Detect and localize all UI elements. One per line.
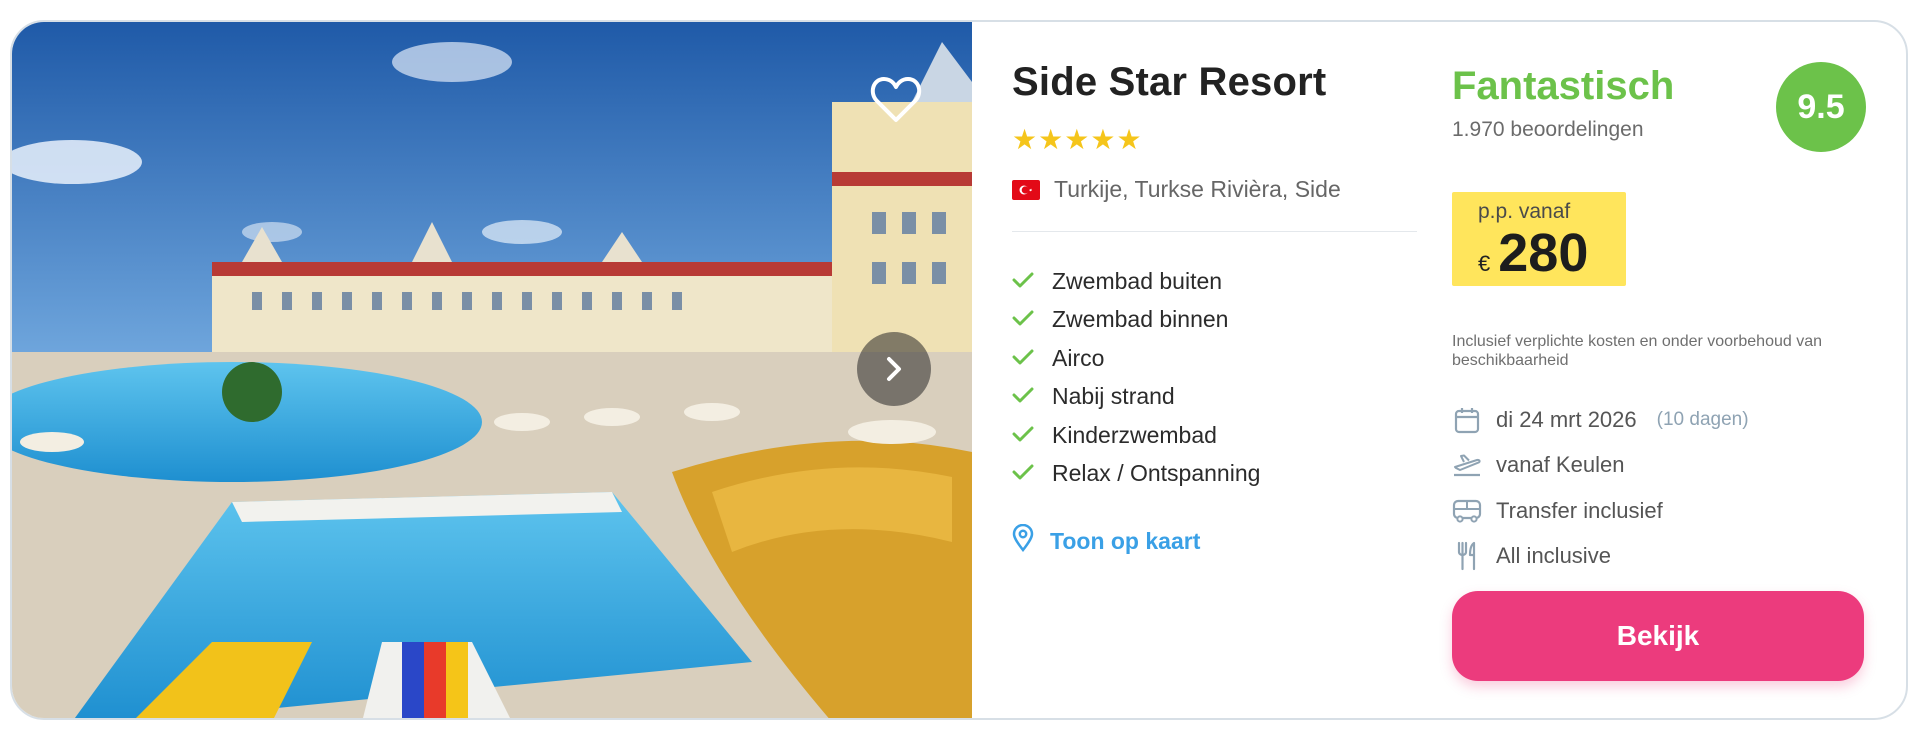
hotel-location: Turkije, Turkse Rivièra, Side	[1012, 176, 1341, 203]
fork-knife-icon	[1452, 541, 1482, 571]
hotel-details: Side Star Resort ★ ★ ★ ★ ★ Turkije, Turkse R…	[1012, 22, 1432, 718]
view-deal-button[interactable]: Bekijk	[1452, 591, 1864, 681]
resort-image	[12, 22, 972, 718]
price-box: p.p. vanaf € 280	[1452, 192, 1626, 286]
feature-label: Nabij strand	[1052, 383, 1175, 410]
divider	[1012, 231, 1417, 232]
rating-score-badge: 9.5	[1776, 62, 1866, 152]
turkey-flag-icon	[1012, 179, 1040, 200]
star-icon: ★	[1090, 124, 1116, 155]
check-icon	[1012, 460, 1034, 487]
trip-date: di 24 mrt 2026 (10 dagen)	[1452, 397, 1749, 443]
feature-item: Zwembad binnen	[1012, 301, 1260, 340]
chevron-right-icon	[887, 357, 901, 381]
trip-board: All inclusive	[1452, 534, 1749, 580]
bus-icon	[1452, 498, 1482, 524]
hotel-name[interactable]: Side Star Resort	[1012, 60, 1326, 105]
location-text: Turkije, Turkse Rivièra, Side	[1054, 176, 1341, 202]
feature-label: Airco	[1052, 344, 1105, 371]
map-link-label[interactable]: Toon op kaart	[1050, 528, 1200, 555]
booking-panel: Fantastisch 1.970 beoordelingen 9.5 p.p.…	[1452, 22, 1882, 718]
price-currency: €	[1478, 251, 1491, 276]
show-on-map-link[interactable]: Toon op kaart	[1012, 523, 1200, 558]
transfer-text: Transfer inclusief	[1496, 497, 1663, 523]
feature-item: Relax / Ontspanning	[1012, 455, 1260, 494]
trip-departure: vanaf Keulen	[1452, 443, 1749, 489]
feature-label: Zwembad buiten	[1052, 267, 1223, 294]
trip-duration: (10 dagen)	[1656, 408, 1749, 430]
feature-label: Relax / Ontspanning	[1052, 460, 1261, 487]
check-icon	[1012, 268, 1034, 295]
feature-label: Zwembad binnen	[1052, 306, 1229, 333]
feature-label: Kinderzwembad	[1052, 421, 1217, 448]
star-icon: ★	[1012, 124, 1038, 155]
star-icon: ★	[1038, 124, 1064, 155]
trip-transfer: Transfer inclusief	[1452, 488, 1749, 534]
review-count[interactable]: 1.970 beoordelingen	[1452, 118, 1644, 142]
price-from-label: p.p. vanaf	[1478, 200, 1571, 223]
feature-item: Airco	[1012, 339, 1260, 378]
hotel-photo[interactable]	[12, 22, 972, 718]
feature-item: Kinderzwembad	[1012, 416, 1260, 455]
star-rating: ★ ★ ★ ★ ★	[1012, 125, 1142, 155]
feature-list: Zwembad buiten Zwembad binnen Airco Nabi…	[1012, 262, 1260, 493]
board-text: All inclusive	[1496, 543, 1611, 569]
hotel-card[interactable]: Side Star Resort ★ ★ ★ ★ ★ Turkije, Turkse R…	[10, 20, 1908, 720]
feature-item: Zwembad buiten	[1012, 262, 1260, 301]
star-icon: ★	[1116, 124, 1142, 155]
feature-item: Nabij strand	[1012, 378, 1260, 417]
price-amount: 280	[1498, 223, 1589, 283]
plane-departure-icon	[1452, 453, 1482, 477]
check-icon	[1012, 422, 1034, 449]
next-photo-button[interactable]	[857, 332, 931, 406]
departure-text: vanaf Keulen	[1496, 452, 1625, 478]
heart-icon	[870, 77, 922, 122]
price-disclaimer: Inclusief verplichte kosten en onder voo…	[1452, 333, 1823, 369]
map-pin-icon	[1012, 523, 1034, 558]
check-icon	[1012, 345, 1034, 372]
rating-label: Fantastisch	[1452, 64, 1675, 108]
check-icon	[1012, 383, 1034, 410]
favorite-button[interactable]	[867, 70, 925, 128]
star-icon: ★	[1064, 124, 1090, 155]
calendar-icon	[1452, 406, 1482, 434]
trip-date-text: di 24 mrt 2026	[1496, 406, 1637, 432]
trip-info-list: di 24 mrt 2026 (10 dagen) vanaf Keulen Tr…	[1452, 397, 1749, 579]
check-icon	[1012, 306, 1034, 333]
